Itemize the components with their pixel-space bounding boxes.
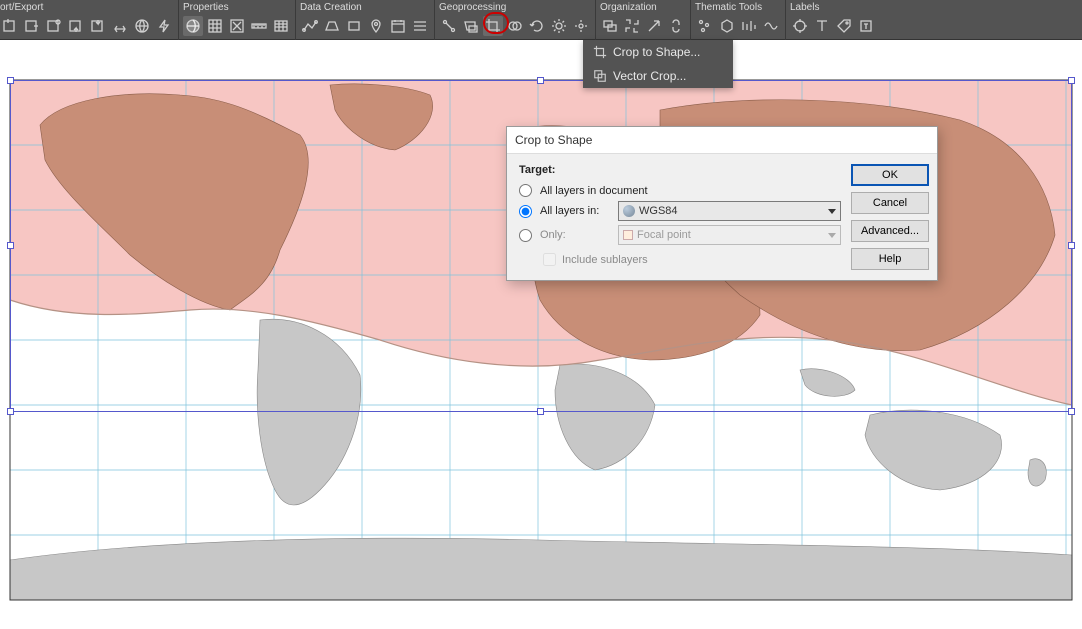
- menu-icon[interactable]: [410, 16, 430, 36]
- polyline-icon[interactable]: [300, 16, 320, 36]
- crop-icon[interactable]: [483, 16, 503, 36]
- expand-icon[interactable]: [227, 16, 247, 36]
- group-label-organization: Organization: [600, 2, 686, 14]
- target-icon[interactable]: [790, 16, 810, 36]
- group-label-import-export: ort/Export: [0, 2, 174, 14]
- group-label-data-creation: Data Creation: [300, 2, 430, 14]
- menu-vector-label: Vector Crop...: [613, 69, 686, 83]
- toolbar-import-export-icon-6[interactable]: [110, 16, 130, 36]
- toolbar: ort/Export Properties Data Creation: [0, 0, 1082, 40]
- globe-icon[interactable]: [183, 16, 203, 36]
- group-label-labels: Labels: [790, 2, 876, 14]
- radio-all-layers-doc-text: All layers in document: [540, 185, 648, 197]
- menu-vector-crop[interactable]: Vector Crop...: [583, 64, 733, 88]
- crop-to-shape-dialog: Crop to Shape Target: All layers in docu…: [506, 126, 938, 281]
- group-label-thematic: Thematic Tools: [695, 2, 781, 14]
- radio-input-only[interactable]: [519, 229, 532, 242]
- table-icon[interactable]: [271, 16, 291, 36]
- dots-icon[interactable]: [695, 16, 715, 36]
- radio-input-all-layers-doc[interactable]: [519, 184, 532, 197]
- bolt-icon[interactable]: [154, 16, 174, 36]
- gear-icon[interactable]: [549, 16, 569, 36]
- refresh-icon[interactable]: [527, 16, 547, 36]
- radio-all-layers-in-text: All layers in:: [540, 205, 612, 217]
- toolbar-import-export-icon-5[interactable]: [88, 16, 108, 36]
- text-icon[interactable]: [812, 16, 832, 36]
- dialog-title: Crop to Shape: [507, 127, 937, 154]
- toolbar-import-export-icon-1[interactable]: [0, 16, 20, 36]
- target-label: Target:: [519, 164, 841, 176]
- radio-all-layers-document[interactable]: All layers in document: [519, 184, 841, 197]
- snap-icon[interactable]: [622, 16, 642, 36]
- menu-crop-to-shape[interactable]: Crop to Shape...: [583, 40, 733, 64]
- radio-only-text: Only:: [540, 229, 612, 241]
- ruler-icon[interactable]: [249, 16, 269, 36]
- wave-icon[interactable]: [761, 16, 781, 36]
- cancel-button[interactable]: Cancel: [851, 192, 929, 214]
- chevron-down-icon: [828, 209, 836, 214]
- arrow-icon[interactable]: [644, 16, 664, 36]
- select-disabled-value: Focal point: [637, 229, 691, 241]
- polygon-icon[interactable]: [322, 16, 342, 36]
- include-sublayers-checkbox: [543, 253, 556, 266]
- ok-button[interactable]: OK: [851, 164, 929, 186]
- layers-icon[interactable]: [600, 16, 620, 36]
- rect-icon[interactable]: [344, 16, 364, 36]
- dash-icon[interactable]: [739, 16, 759, 36]
- toolbar-import-export-icon-2[interactable]: [22, 16, 42, 36]
- intersect-icon[interactable]: [461, 16, 481, 36]
- connect-icon[interactable]: [439, 16, 459, 36]
- toolbar-import-export-icon-4[interactable]: [66, 16, 86, 36]
- chain-icon[interactable]: [666, 16, 686, 36]
- only-select-disabled: Focal point: [618, 225, 841, 245]
- radio-only-row: Only: Focal point: [519, 225, 841, 245]
- include-sublayers-text: Include sublayers: [562, 254, 648, 266]
- help-button[interactable]: Help: [851, 248, 929, 270]
- menu-crop-label: Crop to Shape...: [613, 45, 700, 59]
- globe-icon[interactable]: [132, 16, 152, 36]
- crop-dropdown-menu: Crop to Shape... Vector Crop...: [583, 40, 733, 88]
- layers-in-select[interactable]: WGS84: [618, 201, 841, 221]
- globe-icon: [623, 205, 635, 217]
- advanced-button[interactable]: Advanced...: [851, 220, 929, 242]
- toolbar-import-export-icon-3[interactable]: [44, 16, 64, 36]
- tag-icon[interactable]: [834, 16, 854, 36]
- select-value: WGS84: [639, 205, 678, 217]
- calendar-icon[interactable]: [388, 16, 408, 36]
- text2-icon[interactable]: [856, 16, 876, 36]
- radio-all-layers-in-row: All layers in: WGS84: [519, 201, 841, 221]
- grid-icon[interactable]: [205, 16, 225, 36]
- merge-icon[interactable]: [505, 16, 525, 36]
- gear2-icon[interactable]: [571, 16, 591, 36]
- layer-swatch-icon: [623, 230, 633, 240]
- hex-icon[interactable]: [717, 16, 737, 36]
- group-label-properties: Properties: [183, 2, 291, 14]
- radio-input-all-layers-in[interactable]: [519, 205, 532, 218]
- pin-icon[interactable]: [366, 16, 386, 36]
- group-label-geoprocessing: Geoprocessing: [439, 2, 591, 14]
- chevron-down-icon: [828, 233, 836, 238]
- include-sublayers-row: Include sublayers: [543, 253, 841, 266]
